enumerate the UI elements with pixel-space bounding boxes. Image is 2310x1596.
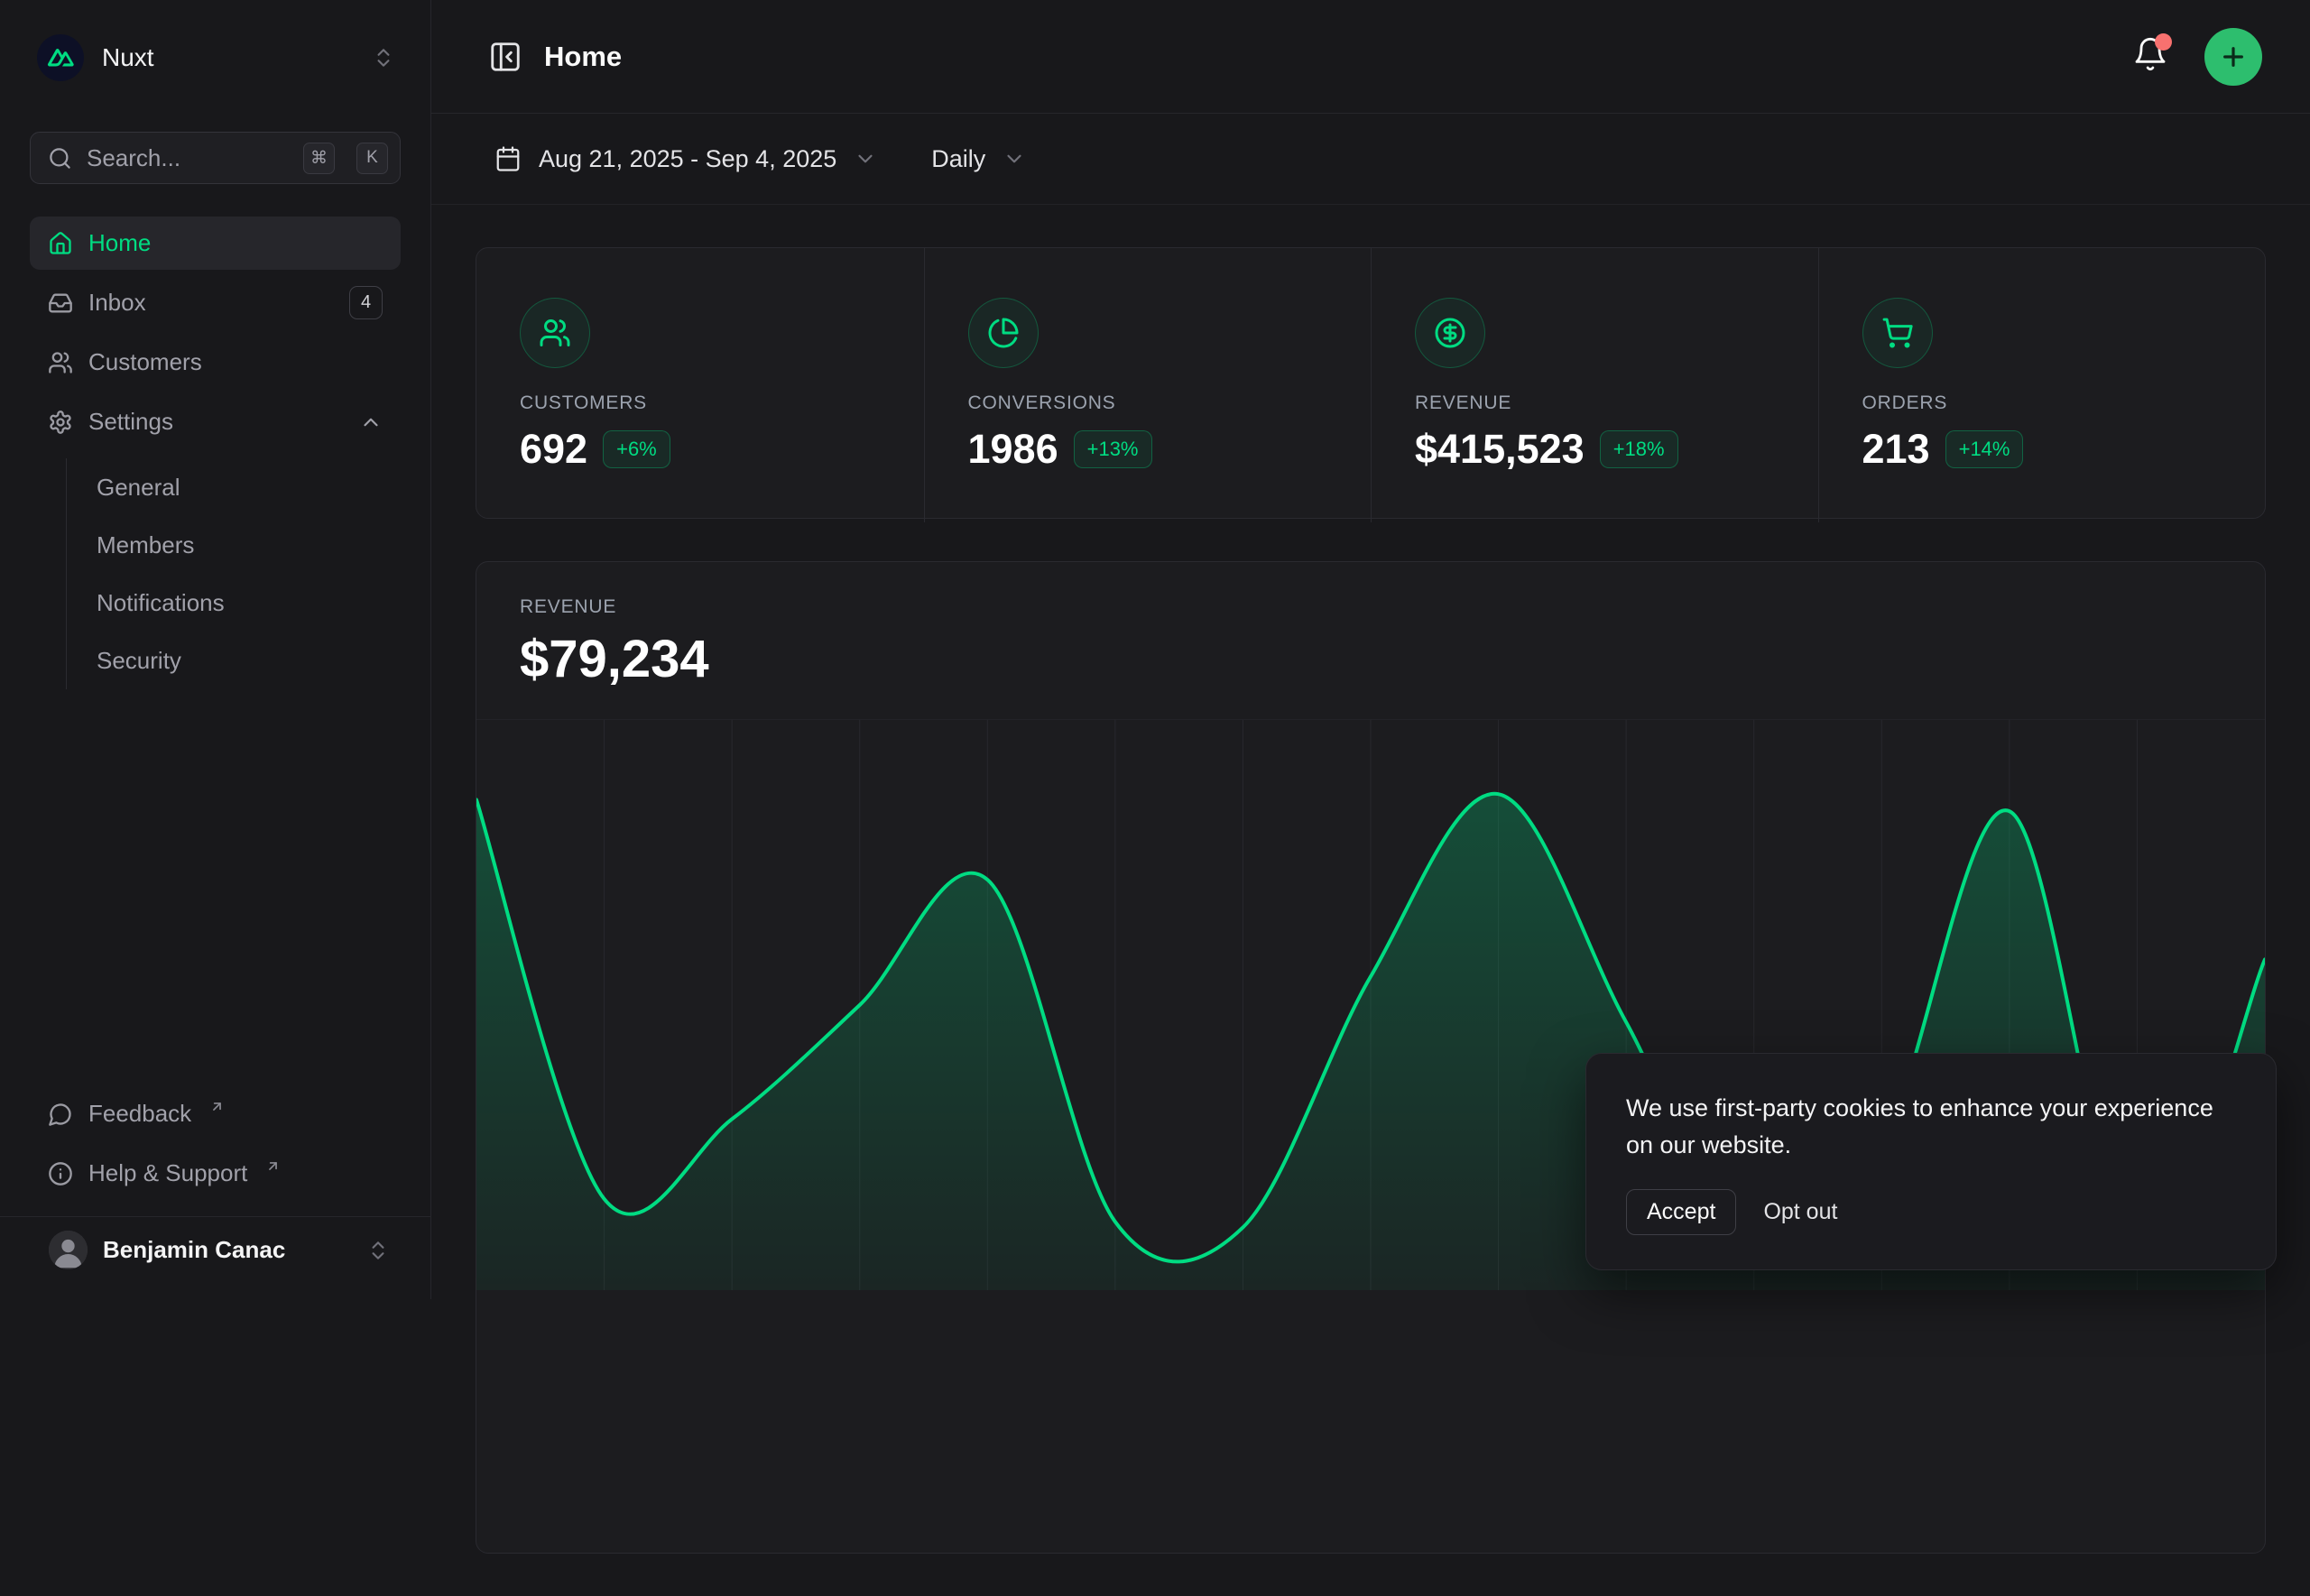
stat-delta-badge: +13% — [1074, 430, 1152, 468]
stat-delta-badge: +14% — [1945, 430, 2024, 468]
sidebar-item-home[interactable]: Home — [30, 217, 401, 270]
sidebar-item-security[interactable]: Security — [67, 632, 401, 689]
avatar — [49, 1231, 88, 1269]
sidebar-item-label: Help & Support — [88, 1159, 247, 1187]
sidebar-item-label: Settings — [88, 408, 173, 436]
shopping-cart-icon — [1862, 298, 1933, 368]
cookie-message: We use first-party cookies to enhance yo… — [1626, 1090, 2236, 1164]
cookie-banner: We use first-party cookies to enhance yo… — [1585, 1053, 2277, 1270]
sidebar-item-members[interactable]: Members — [67, 516, 401, 574]
stat-value: 692 — [520, 426, 587, 473]
sidebar-item-general[interactable]: General — [67, 458, 401, 516]
opt-out-button[interactable]: Opt out — [1760, 1190, 1841, 1234]
date-range-picker[interactable]: Aug 21, 2025 - Sep 4, 2025 — [494, 145, 877, 173]
kbd-cmd: ⌘ — [303, 143, 335, 174]
inbox-icon — [48, 291, 73, 316]
date-range-value: Aug 21, 2025 - Sep 4, 2025 — [539, 145, 836, 173]
sub-item-label: General — [97, 474, 180, 502]
stat-conversions[interactable]: CONVERSIONS 1986 +13% — [924, 248, 1372, 522]
search-input[interactable]: Search... ⌘ K — [30, 132, 401, 184]
stat-revenue[interactable]: REVENUE $415,523 +18% — [1371, 248, 1818, 522]
sidebar-item-feedback[interactable]: Feedback — [30, 1087, 401, 1140]
brand: Nuxt — [37, 34, 154, 81]
period-select[interactable]: Daily — [931, 145, 1026, 173]
header-right — [2132, 28, 2262, 86]
stat-orders[interactable]: ORDERS 213 +14% — [1818, 248, 2266, 522]
header-left: Home — [488, 40, 622, 74]
notification-dot — [2155, 33, 2172, 51]
collapse-sidebar-button[interactable] — [488, 40, 522, 74]
chevrons-up-down-icon — [372, 46, 395, 69]
stat-delta-badge: +18% — [1600, 430, 1678, 468]
stat-customers[interactable]: CUSTOMERS 692 +6% — [476, 248, 924, 522]
chevron-up-icon — [359, 411, 383, 434]
revenue-chart-header: REVENUE $79,234 — [476, 562, 2265, 689]
chevron-down-icon — [1003, 147, 1026, 171]
stat-value: 1986 — [968, 426, 1058, 473]
settings-subtree: General Members Notifications Security — [66, 458, 401, 689]
workspace-selector[interactable]: Nuxt — [30, 0, 401, 81]
add-button[interactable] — [2204, 28, 2262, 86]
stat-value: $415,523 — [1415, 426, 1585, 473]
chat-bubble-icon — [48, 1102, 73, 1127]
sidebar-item-customers[interactable]: Customers — [30, 336, 401, 389]
sidebar-nav: Home Inbox 4 Customers Settings — [30, 217, 401, 689]
sidebar-item-settings[interactable]: Settings — [30, 395, 401, 448]
sidebar-item-label: Customers — [88, 348, 202, 376]
user-menu[interactable]: Benjamin Canac — [49, 1231, 390, 1269]
chevron-down-icon — [854, 147, 877, 171]
period-value: Daily — [931, 145, 985, 173]
sidebar-item-inbox[interactable]: Inbox 4 — [30, 276, 401, 329]
sidebar-item-help-support[interactable]: Help & Support — [30, 1147, 401, 1200]
sidebar-footer-nav: Feedback Help & Support — [30, 1087, 401, 1200]
sub-item-label: Members — [97, 531, 194, 559]
notifications-button[interactable] — [2132, 36, 2168, 77]
revenue-chart-value: $79,234 — [520, 629, 2222, 689]
users-icon — [520, 298, 590, 368]
stat-label: REVENUE — [1415, 392, 1775, 414]
users-icon — [48, 350, 73, 375]
stat-delta-badge: +6% — [603, 430, 670, 468]
home-icon — [48, 231, 73, 256]
search-placeholder: Search... — [87, 144, 289, 172]
cookie-actions: Accept Opt out — [1626, 1189, 2236, 1235]
filters-toolbar: Aug 21, 2025 - Sep 4, 2025 Daily — [431, 114, 2310, 205]
stat-label: CONVERSIONS — [968, 392, 1328, 414]
stat-label: CUSTOMERS — [520, 392, 881, 414]
user-menu-row: Benjamin Canac — [0, 1216, 430, 1299]
sub-item-label: Security — [97, 647, 181, 675]
sidebar-item-label: Home — [88, 229, 151, 257]
sidebar-item-label: Inbox — [88, 289, 146, 317]
revenue-chart-label: REVENUE — [520, 596, 2222, 618]
info-circle-icon — [48, 1161, 73, 1186]
plus-icon — [2219, 42, 2248, 71]
sidebar: Nuxt Search... ⌘ K Home — [0, 0, 431, 1299]
dashboard-content: CUSTOMERS 692 +6% CONVERSIONS 1986 +13% — [431, 205, 2310, 1596]
stats-card: CUSTOMERS 692 +6% CONVERSIONS 1986 +13% — [476, 247, 2266, 519]
circle-dollar-icon — [1415, 298, 1485, 368]
user-name: Benjamin Canac — [103, 1236, 285, 1264]
sidebar-item-notifications[interactable]: Notifications — [67, 574, 401, 632]
sidebar-item-label: Feedback — [88, 1100, 191, 1128]
sub-item-label: Notifications — [97, 589, 225, 617]
pie-chart-icon — [968, 298, 1039, 368]
inbox-count-badge: 4 — [349, 286, 383, 319]
nuxt-logo-icon — [37, 34, 84, 81]
kbd-k: K — [356, 143, 388, 174]
top-header: Home — [431, 0, 2310, 114]
workspace-name: Nuxt — [102, 43, 154, 72]
external-link-icon — [209, 1099, 225, 1114]
accept-button[interactable]: Accept — [1626, 1189, 1736, 1235]
external-link-icon — [265, 1158, 281, 1174]
stat-label: ORDERS — [1862, 392, 2222, 414]
gear-icon — [48, 410, 73, 435]
stat-value: 213 — [1862, 426, 1930, 473]
page-title: Home — [544, 41, 622, 73]
app-root: Nuxt Search... ⌘ K Home — [0, 0, 2310, 1299]
calendar-icon — [494, 145, 522, 172]
search-icon — [48, 146, 72, 171]
chevrons-up-down-icon — [366, 1239, 390, 1262]
